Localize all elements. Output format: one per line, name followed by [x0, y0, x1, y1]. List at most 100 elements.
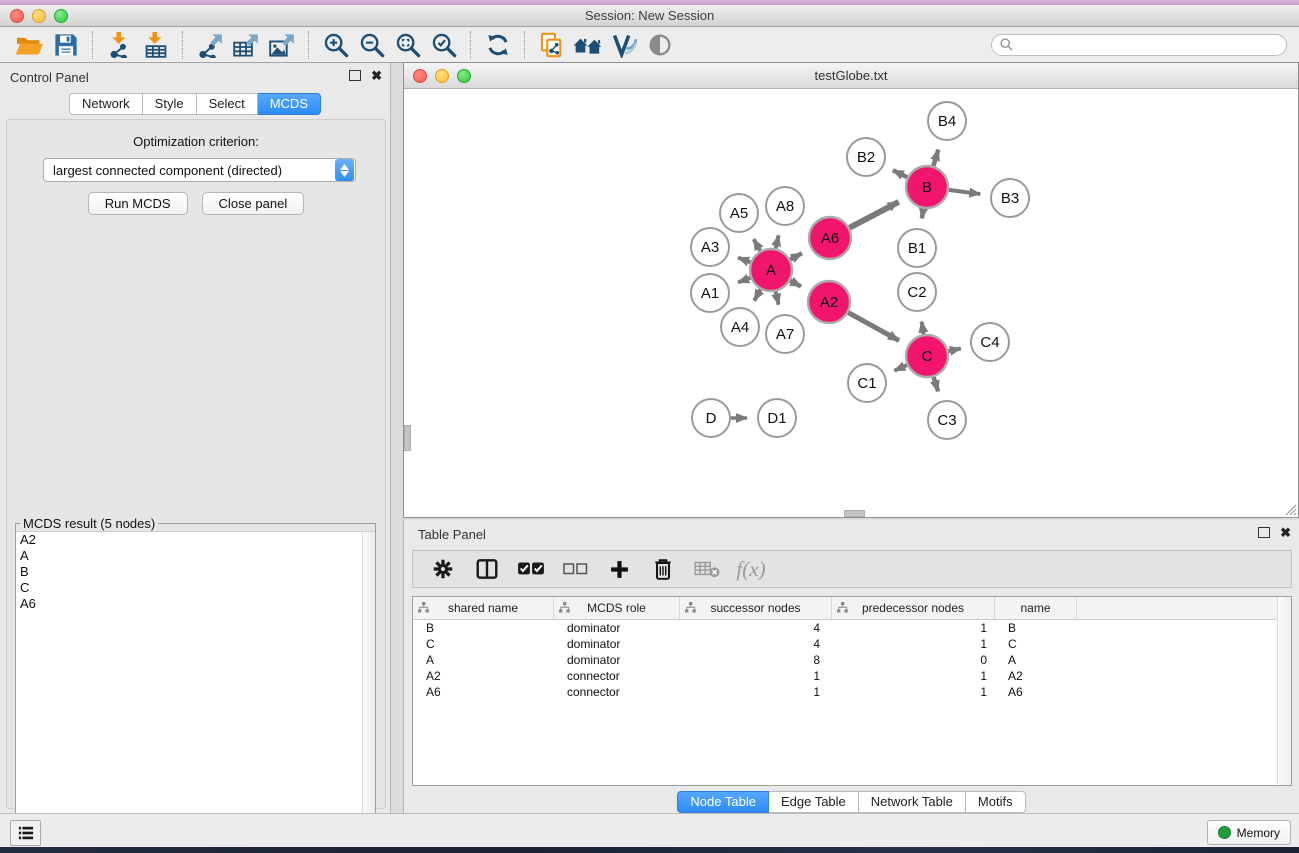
refresh-view-button[interactable]	[480, 30, 516, 60]
add-column-button[interactable]	[599, 553, 639, 585]
mcds-result-item[interactable]: A2	[16, 532, 375, 548]
zoom-in-button[interactable]	[318, 30, 354, 60]
graph-edge-C-C1[interactable]	[894, 365, 907, 371]
tab-mcds[interactable]: MCDS	[258, 93, 321, 115]
float-panel-icon[interactable]	[349, 70, 361, 81]
export-image-button[interactable]	[264, 30, 300, 60]
graph-edge-A6-B[interactable]	[849, 202, 898, 228]
zoom-fit-button[interactable]	[390, 30, 426, 60]
mcds-result-list[interactable]: A2ABCA6	[16, 531, 375, 853]
toggle-visibility-button[interactable]	[642, 30, 678, 60]
table-row[interactable]: Adominator80A	[413, 652, 1291, 668]
tab-network-table[interactable]: Network Table	[859, 791, 966, 813]
tab-style[interactable]: Style	[143, 93, 197, 115]
network-view-window[interactable]: testGlobe.txt B4B2BB3A5A8A6B1A3AC2A1A2A4…	[403, 62, 1299, 518]
graph-node-A6[interactable]: A6	[809, 217, 851, 259]
column-header-successor-nodes[interactable]: successor nodes	[680, 597, 832, 619]
task-history-button[interactable]	[10, 820, 41, 846]
graph-node-A3[interactable]: A3	[691, 228, 729, 266]
network-canvas[interactable]: B4B2BB3A5A8A6B1A3AC2A1A2A4A7C4CC1C3DD1	[404, 89, 1298, 517]
table-scrollbar[interactable]	[1277, 597, 1291, 785]
column-header-name[interactable]: name	[995, 597, 1077, 619]
export-table-button[interactable]	[228, 30, 264, 60]
graph-edge-B-B1[interactable]	[922, 209, 924, 219]
save-session-button[interactable]	[48, 30, 84, 60]
tab-node-table[interactable]: Node Table	[677, 791, 769, 813]
graph-node-C1[interactable]: C1	[848, 364, 886, 402]
graph-node-C3[interactable]: C3	[928, 401, 966, 439]
graph-node-A4[interactable]: A4	[721, 308, 759, 346]
graph-edge-A2-C[interactable]	[848, 313, 899, 341]
close-panel-button[interactable]: Close panel	[202, 192, 305, 215]
column-header-MCDS-role[interactable]: MCDS role	[554, 597, 680, 619]
graph-edge-B-B4[interactable]	[933, 150, 938, 166]
graph-edge-B-B3[interactable]	[949, 190, 980, 194]
vizmapper-button[interactable]	[606, 30, 642, 60]
graph-edge-A-A7[interactable]	[776, 291, 779, 304]
search-box[interactable]	[991, 34, 1287, 56]
close-panel-icon[interactable]: ✖	[371, 70, 382, 81]
graph-node-A7[interactable]: A7	[766, 315, 804, 353]
graph-node-A1[interactable]: A1	[691, 274, 729, 312]
graph-edge-A-A8[interactable]	[776, 235, 779, 248]
graph-edge-C-C3[interactable]	[934, 377, 938, 391]
table-row[interactable]: A2connector11A2	[413, 668, 1291, 684]
tab-select[interactable]: Select	[197, 93, 258, 115]
memory-button[interactable]: Memory	[1207, 820, 1291, 845]
export-network-button[interactable]	[192, 30, 228, 60]
tab-edge-table[interactable]: Edge Table	[769, 791, 859, 813]
graph-node-C4[interactable]: C4	[971, 323, 1009, 361]
graph-node-A5[interactable]: A5	[720, 194, 758, 232]
close-table-panel-icon[interactable]: ✖	[1280, 527, 1291, 538]
graph-node-B4[interactable]: B4	[928, 102, 966, 140]
network-vertical-scroll-thumb[interactable]	[404, 425, 411, 451]
graph-node-D[interactable]: D	[692, 399, 730, 437]
run-mcds-button[interactable]: Run MCDS	[88, 192, 188, 215]
tab-network[interactable]: Network	[69, 93, 143, 115]
table-row[interactable]: Cdominator41C	[413, 636, 1291, 652]
select-all-rows-button[interactable]	[511, 553, 551, 585]
graph-node-C[interactable]: C	[906, 335, 948, 377]
zoom-selected-button[interactable]	[426, 30, 462, 60]
graph-node-A8[interactable]: A8	[766, 187, 804, 225]
graph-edge-B-B2[interactable]	[893, 170, 907, 177]
graph-node-A2[interactable]: A2	[808, 281, 850, 323]
graph-edge-A-A2[interactable]	[790, 281, 801, 287]
graph-node-A[interactable]: A	[750, 249, 792, 291]
graph-node-B[interactable]: B	[906, 166, 948, 208]
graph-edge-A-A1[interactable]	[738, 278, 750, 283]
toggle-columns-button[interactable]	[467, 553, 507, 585]
graph-node-B3[interactable]: B3	[991, 179, 1029, 217]
deselect-all-rows-button[interactable]	[555, 553, 595, 585]
graph-edge-A-A4[interactable]	[754, 289, 760, 300]
graph-edge-A-A6[interactable]	[790, 253, 802, 259]
import-network-button[interactable]	[102, 30, 138, 60]
graph-edge-A-A5[interactable]	[754, 239, 761, 251]
graph-edge-A-A3[interactable]	[738, 258, 750, 263]
graph-node-C2[interactable]: C2	[898, 273, 936, 311]
column-header-shared-name[interactable]: shared name	[413, 597, 554, 619]
column-header-predecessor-nodes[interactable]: predecessor nodes	[832, 597, 995, 619]
float-table-panel-icon[interactable]	[1258, 527, 1270, 538]
network-window-titlebar[interactable]: testGlobe.txt	[404, 63, 1298, 89]
import-table-button[interactable]	[138, 30, 174, 60]
mcds-result-item[interactable]: C	[16, 580, 375, 596]
search-input[interactable]	[1018, 37, 1278, 53]
mcds-result-item[interactable]: A6	[16, 596, 375, 612]
result-list-scrollbar[interactable]	[362, 532, 375, 853]
table-row[interactable]: Bdominator41B	[413, 620, 1291, 636]
delete-column-button[interactable]	[643, 553, 683, 585]
zoom-out-button[interactable]	[354, 30, 390, 60]
home-button[interactable]	[570, 30, 606, 60]
tab-motifs[interactable]: Motifs	[966, 791, 1026, 813]
table-settings-button[interactable]	[423, 553, 463, 585]
mcds-result-item[interactable]: B	[16, 564, 375, 580]
graph-node-D1[interactable]: D1	[758, 399, 796, 437]
resize-grip-icon[interactable]	[1283, 502, 1297, 516]
graph-edge-C-C4[interactable]	[948, 349, 960, 352]
graph-node-B2[interactable]: B2	[847, 138, 885, 176]
duplicate-network-button[interactable]	[534, 30, 570, 60]
criterion-dropdown[interactable]: largest connected component (directed)	[43, 158, 356, 182]
session-titlebar[interactable]: Session: New Session	[0, 5, 1299, 27]
graph-edge-C-C2[interactable]	[922, 322, 924, 335]
